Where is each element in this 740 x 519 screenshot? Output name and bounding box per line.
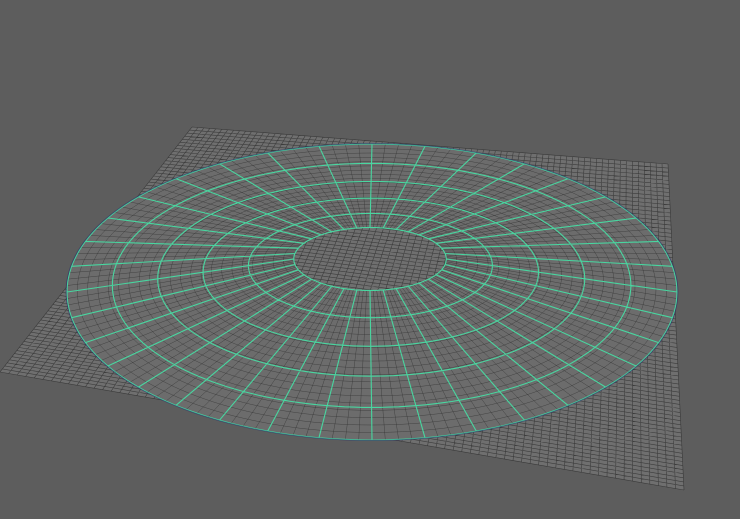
viewport-scene[interactable] [0,0,740,519]
selected-disc-surface[interactable] [65,143,679,441]
maya-3d-viewport[interactable] [0,0,740,519]
